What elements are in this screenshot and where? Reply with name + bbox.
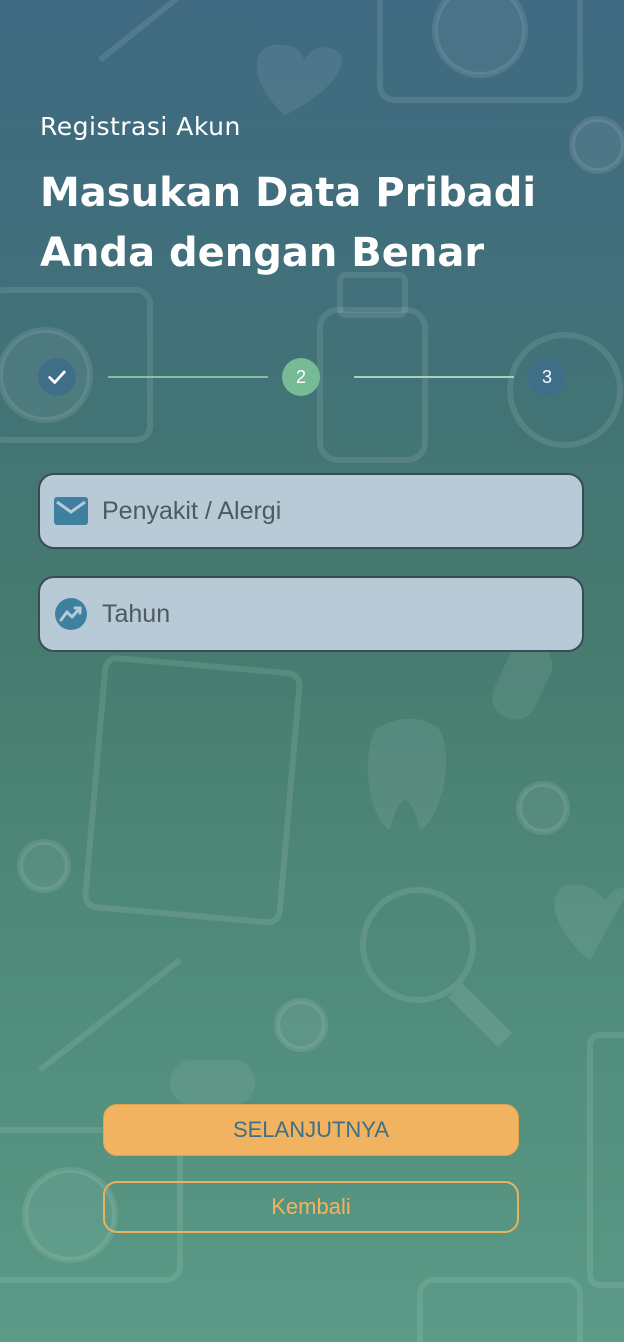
page-subtitle: Registrasi Akun — [40, 112, 241, 141]
page-title: Masukan Data Pribadi Anda dengan Benar — [40, 163, 600, 283]
year-input[interactable] — [102, 599, 552, 629]
page-title-line-1: Masukan Data Pribadi — [40, 170, 537, 216]
step-3-pending: 3 — [528, 358, 566, 396]
disease-allergy-field[interactable] — [38, 473, 584, 549]
back-button[interactable]: Kembali — [103, 1181, 519, 1233]
step-connector-1 — [108, 376, 268, 378]
step-1-completed — [38, 358, 76, 396]
registration-stepper: 2 3 — [38, 358, 566, 396]
page-title-line-2: Anda dengan Benar — [40, 230, 485, 276]
year-field[interactable] — [38, 576, 584, 652]
next-button[interactable]: SELANJUTNYA — [103, 1104, 519, 1156]
step-2-active: 2 — [282, 358, 320, 396]
mail-icon — [54, 494, 88, 528]
header: Registrasi Akun Masukan Data Pribadi And… — [40, 112, 600, 283]
check-icon — [48, 370, 66, 384]
step-connector-2 — [354, 376, 514, 378]
trend-chart-icon — [54, 597, 88, 631]
disease-allergy-input[interactable] — [102, 496, 552, 526]
